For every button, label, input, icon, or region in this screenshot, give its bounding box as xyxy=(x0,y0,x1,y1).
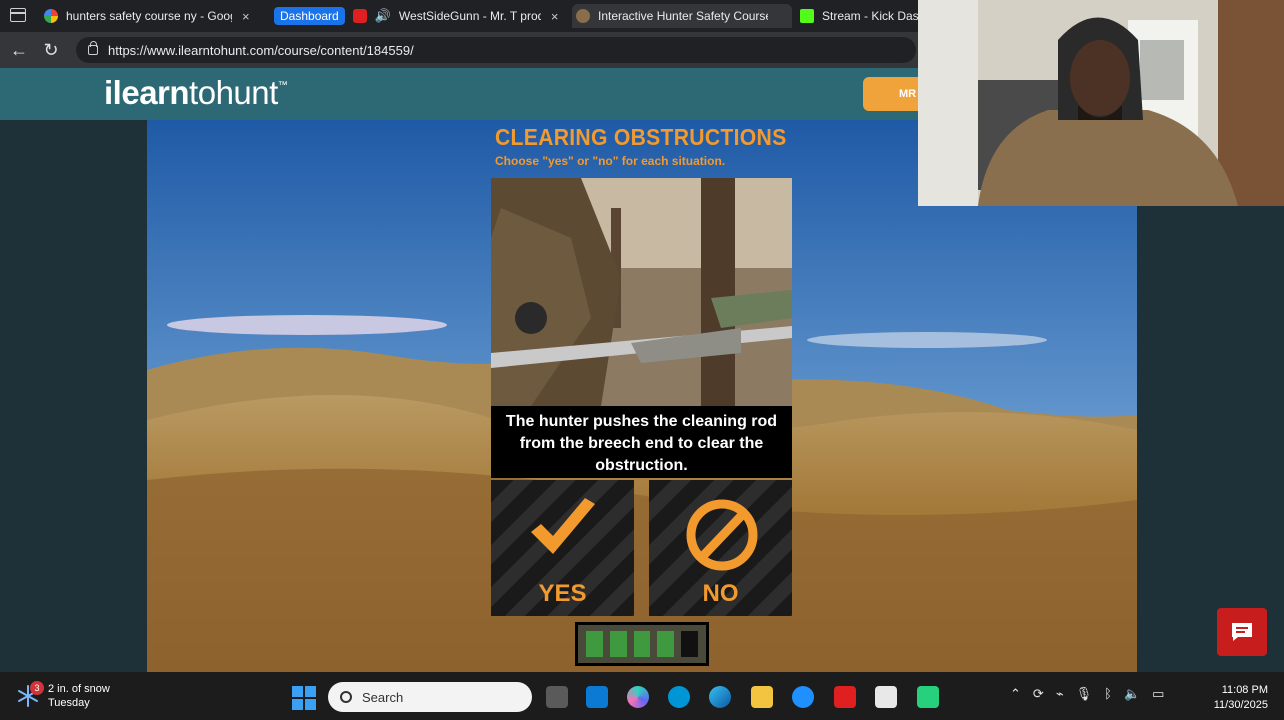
snowflake-icon: 3 xyxy=(16,681,44,708)
chat-icon xyxy=(1232,623,1252,641)
system-tray: ⌃ ⟳ ⌁ 🎙 ᛒ 🔈 ▭ xyxy=(1010,686,1164,702)
notification-badge: 3 xyxy=(30,681,44,695)
browser-icon[interactable] xyxy=(792,686,814,708)
close-tab-icon[interactable]: × xyxy=(242,9,250,24)
tab-hunter-safety[interactable]: Interactive Hunter Safety Course xyxy=(572,4,792,28)
search-icon xyxy=(340,691,352,703)
bluetooth-icon[interactable]: ᛒ xyxy=(1104,686,1112,702)
site-logo[interactable]: ilearntohunt™ xyxy=(104,74,288,112)
logo-trademark: ™ xyxy=(277,80,288,91)
network-icon[interactable]: ⌁ xyxy=(1056,686,1064,702)
taskbar-search-box[interactable]: Search xyxy=(328,682,532,712)
back-arrow-icon[interactable]: ← xyxy=(8,39,30,61)
progress-segment-complete xyxy=(633,631,651,657)
progress-segment-complete xyxy=(609,631,627,657)
logo-bold: ilearn xyxy=(104,74,190,111)
search-placeholder: Search xyxy=(362,689,404,705)
sync-icon[interactable]: ⟳ xyxy=(1033,686,1044,702)
tab-kick[interactable]: Stream - Kick Dash xyxy=(800,4,918,28)
copilot-icon[interactable] xyxy=(627,686,649,708)
tab-actions-icon[interactable] xyxy=(10,8,26,22)
messaging-app-icon[interactable] xyxy=(917,686,939,708)
volume-icon[interactable]: 🔈 xyxy=(1124,686,1140,702)
clock-time: 11:08 PM xyxy=(1221,684,1268,696)
microphone-icon[interactable]: 🎙 xyxy=(1076,686,1093,702)
ilearntohunt-icon xyxy=(576,9,590,23)
dashboard-badge[interactable]: Dashboard xyxy=(274,7,345,25)
tab-label: hunters safety course ny - Google xyxy=(66,9,232,23)
checkmark-icon xyxy=(531,498,595,554)
progress-segment-remaining xyxy=(681,631,698,657)
no-button[interactable]: NO xyxy=(649,480,792,616)
no-label: NO xyxy=(702,580,739,607)
kick-icon xyxy=(800,9,814,23)
taskbar-clock[interactable]: 11:08 PM 11/30/2025 xyxy=(1204,683,1268,713)
tab-label: WestSideGunn - Mr. T prod xyxy=(398,9,541,23)
yes-button[interactable]: YES xyxy=(491,480,634,616)
edge-icon[interactable] xyxy=(709,686,731,708)
situation-caption: The hunter pushes the cleaning rod from … xyxy=(505,413,778,474)
chevron-up-icon[interactable]: ⌃ xyxy=(1010,686,1021,702)
yes-label: YES xyxy=(538,580,587,607)
notepad-icon[interactable] xyxy=(875,686,897,708)
windows-start-icon[interactable] xyxy=(292,686,316,710)
webcam-overlay xyxy=(918,0,1284,206)
progress-segment-complete xyxy=(657,631,675,657)
weather-widget[interactable]: 3 2 in. of snow Tuesday xyxy=(16,681,110,710)
tab-youtube[interactable]: Dashboard 🔊 WestSideGunn - Mr. T prod × xyxy=(274,4,566,28)
battery-icon[interactable]: ▭ xyxy=(1152,686,1164,702)
weather-line-2: Tuesday xyxy=(48,697,90,709)
clock-date: 11/30/2025 xyxy=(1213,699,1268,711)
microsoft-store-icon[interactable] xyxy=(586,686,608,708)
speaker-icon[interactable]: 🔊 xyxy=(375,8,391,24)
youtube-icon xyxy=(352,9,367,23)
situation-caption-box: The hunter pushes the cleaning rod from … xyxy=(491,406,792,478)
google-icon xyxy=(44,9,58,23)
hunter-cleaning-rifle-image xyxy=(491,178,792,406)
prohibited-icon xyxy=(686,499,758,571)
lesson-title: CLEARING OBSTRUCTIONS xyxy=(495,124,787,150)
progress-segment-complete xyxy=(586,631,603,657)
windows-taskbar: 3 2 in. of snow Tuesday Search ⌃ ⟳ ⌁ 🎙 ᛒ… xyxy=(0,672,1284,720)
question-progress-bar xyxy=(575,622,709,666)
task-view-icon[interactable] xyxy=(546,686,568,708)
streamer-webcam-image xyxy=(918,0,1284,206)
tab-google-search[interactable]: hunters safety course ny - Google × xyxy=(44,4,266,28)
logo-light: tohunt xyxy=(189,74,278,111)
weather-line-1: 2 in. of snow xyxy=(48,683,110,695)
file-explorer-icon[interactable] xyxy=(751,686,773,708)
close-tab-icon[interactable]: × xyxy=(551,9,559,24)
tab-label: Interactive Hunter Safety Course xyxy=(598,9,768,23)
lesson-subtitle: Choose "yes" or "no" for each situation. xyxy=(495,154,726,168)
youtube-icon[interactable] xyxy=(834,686,856,708)
hunter-photo xyxy=(491,178,792,406)
chat-button[interactable] xyxy=(1217,608,1267,656)
weather-text: 2 in. of snow Tuesday xyxy=(48,682,110,710)
hp-icon[interactable] xyxy=(668,686,690,708)
address-bar[interactable]: https://www.ilearntohunt.com/course/cont… xyxy=(76,37,916,63)
reload-icon[interactable]: ↻ xyxy=(40,39,62,61)
url-text: https://www.ilearntohunt.com/course/cont… xyxy=(108,42,414,58)
tab-label: Stream - Kick Dash xyxy=(822,9,918,23)
lock-icon xyxy=(88,41,98,55)
